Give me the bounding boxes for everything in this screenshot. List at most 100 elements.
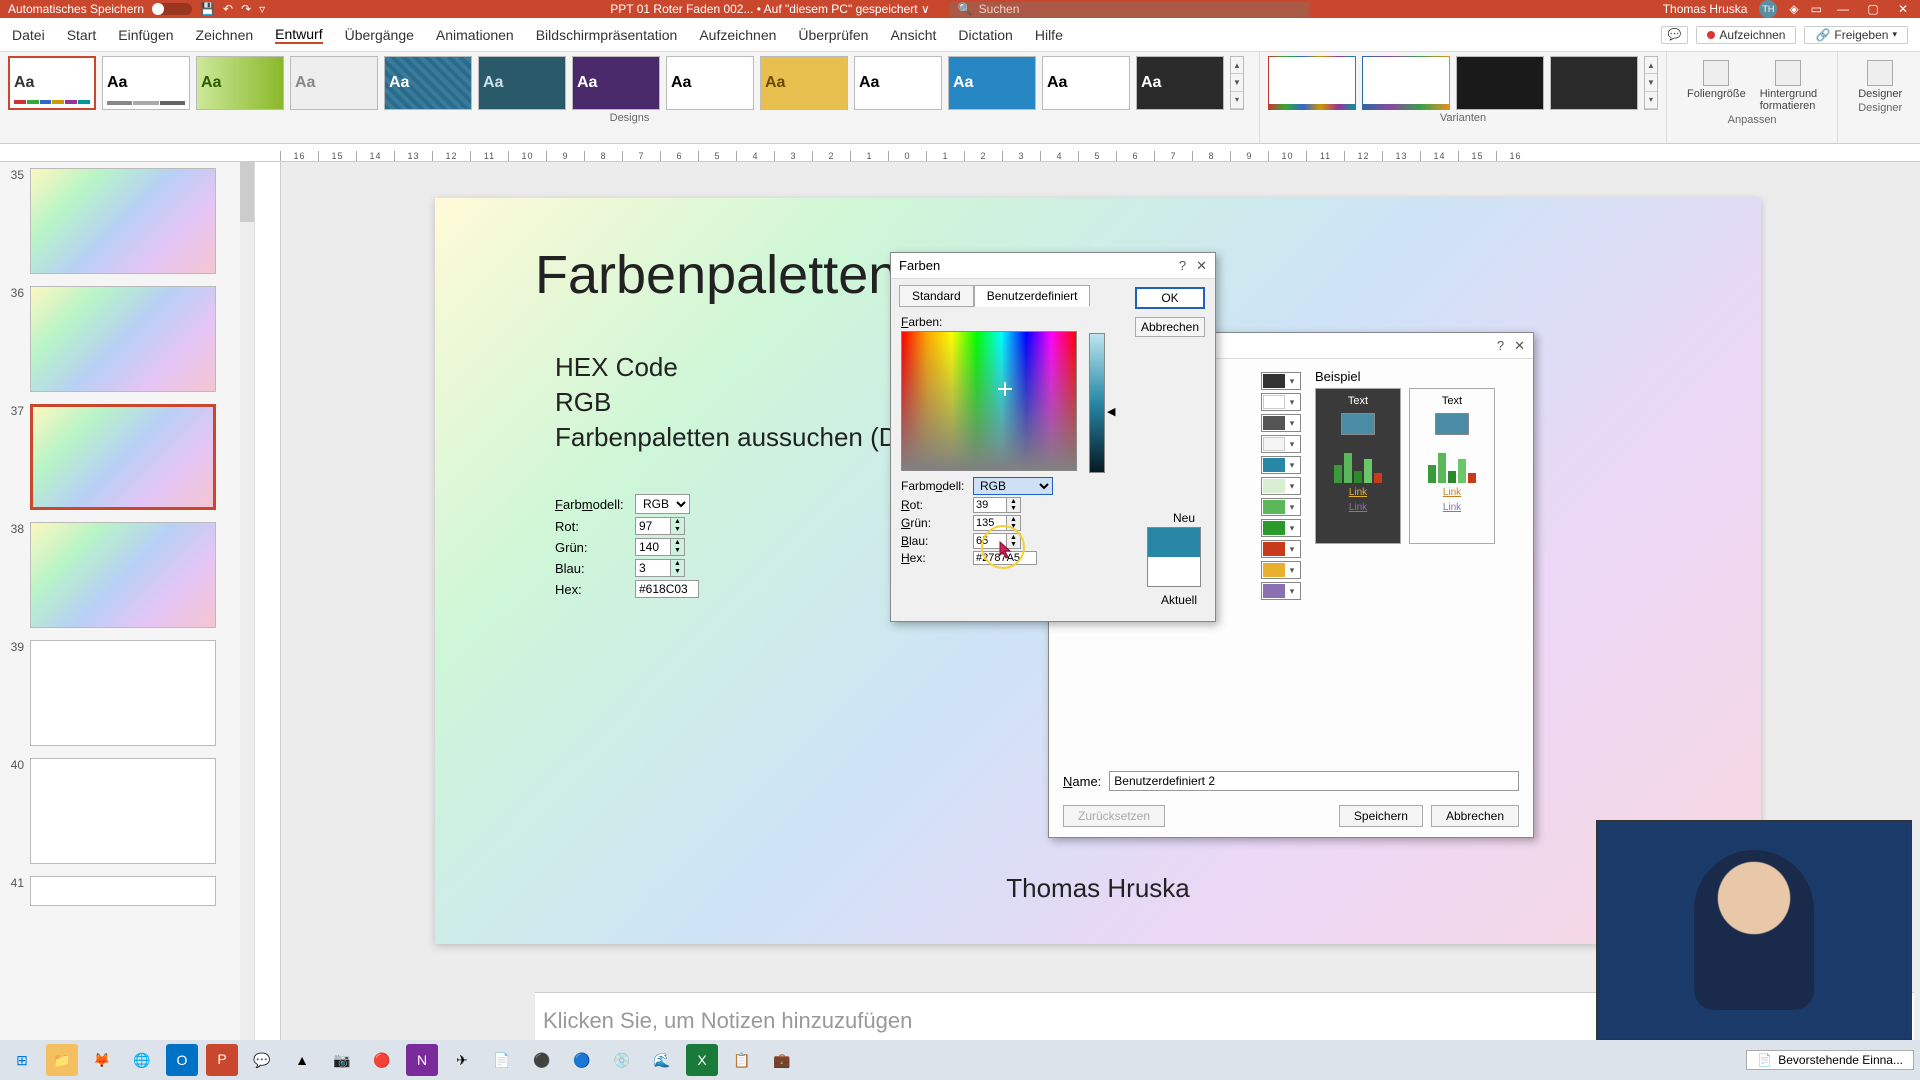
search-box[interactable]: 🔍 (950, 2, 1310, 17)
record-button[interactable]: Aufzeichnen (1696, 26, 1796, 44)
swatch-accent1[interactable]: ▾ (1261, 456, 1301, 474)
vlc-icon[interactable]: ▲ (286, 1044, 318, 1076)
thumbnails-scrollbar[interactable] (240, 162, 254, 1048)
tab-aufzeichnen[interactable]: Aufzeichnen (699, 27, 776, 43)
thumbnail-35[interactable]: 35 (0, 162, 254, 280)
swatch-bg2[interactable]: ▾ (1261, 435, 1301, 453)
green-input[interactable] (973, 515, 1007, 531)
swatch-visited[interactable]: ▾ (1261, 582, 1301, 600)
slide-body[interactable]: HEX Code RGB Farbenpaletten aussuchen (D… (555, 350, 941, 455)
swatch-accent2[interactable]: ▾ (1261, 477, 1301, 495)
present-icon[interactable]: ◈ (1789, 2, 1798, 16)
maximize-button[interactable]: ▢ (1864, 2, 1882, 16)
design-theme-11[interactable]: Aa (948, 56, 1036, 110)
app-icon-6[interactable]: 💿 (606, 1044, 638, 1076)
design-theme-13[interactable]: Aa (1136, 56, 1224, 110)
luminance-arrow[interactable]: ◀ (1107, 405, 1115, 418)
color-model-select[interactable]: RGB (973, 477, 1053, 495)
design-theme-3[interactable]: Aa (196, 56, 284, 110)
tab-start[interactable]: Start (67, 27, 97, 43)
app-icon-8[interactable]: 💼 (766, 1044, 798, 1076)
obs-icon[interactable]: ⚫ (526, 1044, 558, 1076)
design-theme-12[interactable]: Aa (1042, 56, 1130, 110)
cancel-button[interactable]: Abbrechen (1135, 317, 1205, 337)
tab-datei[interactable]: Datei (12, 27, 45, 43)
cancel-button[interactable]: Abbrechen (1431, 805, 1519, 827)
variants-more[interactable]: ▲▼▾ (1644, 56, 1658, 110)
theme-name-input[interactable] (1109, 771, 1519, 791)
swatch-text2[interactable]: ▾ (1261, 414, 1301, 432)
thumbnail-40[interactable]: 40 (0, 752, 254, 870)
red-spinner[interactable]: ▲▼ (1007, 497, 1021, 513)
tab-zeichnen[interactable]: Zeichnen (196, 27, 254, 43)
help-icon[interactable]: ? (1497, 338, 1504, 354)
swatch-text1[interactable]: ▾ (1261, 372, 1301, 390)
reset-button[interactable]: Zurücksetzen (1063, 805, 1165, 827)
explorer-icon[interactable]: 📁 (46, 1044, 78, 1076)
variant-2[interactable] (1362, 56, 1450, 110)
gradient-crosshair[interactable] (998, 382, 1012, 396)
user-name[interactable]: Thomas Hruska (1663, 2, 1748, 16)
design-theme-8[interactable]: Aa (666, 56, 754, 110)
telegram-icon[interactable]: ✈ (446, 1044, 478, 1076)
tab-einfuegen[interactable]: Einfügen (118, 27, 173, 43)
tab-animationen[interactable]: Animationen (436, 27, 514, 43)
autosave-toggle[interactable] (152, 3, 192, 15)
thumbnail-38[interactable]: 38 (0, 516, 254, 634)
slide-title[interactable]: Farbenpaletten (535, 244, 898, 306)
tab-standard[interactable]: Standard (899, 285, 974, 307)
app-icon-4[interactable]: 📄 (486, 1044, 518, 1076)
slide-author[interactable]: Thomas Hruska (1006, 873, 1190, 904)
swatch-accent5[interactable]: ▾ (1261, 519, 1301, 537)
swatch-accent6[interactable]: ▾ (1261, 540, 1301, 558)
search-input[interactable] (979, 2, 1302, 16)
thumbnail-37[interactable]: 37 (0, 398, 254, 516)
swatch-accent4[interactable]: ▾ (1261, 498, 1301, 516)
help-icon[interactable]: ? (1179, 258, 1186, 274)
variant-4[interactable] (1550, 56, 1638, 110)
green-spinner[interactable]: ▲▼ (1007, 515, 1021, 531)
design-theme-5[interactable]: Aa (384, 56, 472, 110)
design-theme-1[interactable]: Aa (8, 56, 96, 110)
color-gradient[interactable] (901, 331, 1077, 471)
colors-dialog[interactable]: Farben ?✕ Standard Benutzerdefiniert OK … (890, 252, 1216, 622)
app-icon-1[interactable]: 💬 (246, 1044, 278, 1076)
tab-uebergaenge[interactable]: Übergänge (345, 27, 414, 43)
swatch-bg1[interactable]: ▾ (1261, 393, 1301, 411)
swatch-link[interactable]: ▾ (1261, 561, 1301, 579)
touch-icon[interactable]: ▿ (259, 2, 265, 16)
app-icon-2[interactable]: 📷 (326, 1044, 358, 1076)
document-title[interactable]: PPT 01 Roter Faden 002... • Auf "diesem … (610, 2, 929, 16)
notification-popup[interactable]: 📄 Bevorstehende Einna... (1746, 1050, 1914, 1070)
variant-1[interactable] (1268, 56, 1356, 110)
app-icon-3[interactable]: 🔴 (366, 1044, 398, 1076)
thumbnail-36[interactable]: 36 (0, 280, 254, 398)
ribbon-mode-icon[interactable]: ▭ (1811, 2, 1822, 16)
close-icon[interactable]: ✕ (1514, 338, 1525, 354)
start-button[interactable]: ⊞ (6, 1044, 38, 1076)
minimize-button[interactable]: — (1834, 2, 1852, 16)
tab-dictation[interactable]: Dictation (958, 27, 1012, 43)
variant-3[interactable] (1456, 56, 1544, 110)
design-theme-4[interactable]: Aa (290, 56, 378, 110)
share-button[interactable]: 🔗Freigeben▾ (1804, 26, 1908, 44)
luminance-bar[interactable] (1089, 333, 1105, 473)
edge-icon[interactable]: 🌊 (646, 1044, 678, 1076)
tab-ueberpruefen[interactable]: Überprüfen (798, 27, 868, 43)
tab-hilfe[interactable]: Hilfe (1035, 27, 1063, 43)
thumbnail-39[interactable]: 39 (0, 634, 254, 752)
firefox-icon[interactable]: 🦊 (86, 1044, 118, 1076)
format-background-button[interactable]: Hintergrund formatieren (1760, 60, 1817, 112)
designer-button[interactable]: Designer (1858, 60, 1902, 100)
ok-button[interactable]: OK (1135, 287, 1205, 309)
onenote-icon[interactable]: N (406, 1044, 438, 1076)
save-icon[interactable]: 💾 (200, 2, 215, 16)
outlook-icon[interactable]: O (166, 1044, 198, 1076)
excel-icon[interactable]: X (686, 1044, 718, 1076)
red-input[interactable] (973, 497, 1007, 513)
undo-icon[interactable]: ↶ (223, 2, 233, 16)
save-button[interactable]: Speichern (1339, 805, 1423, 827)
design-theme-10[interactable]: Aa (854, 56, 942, 110)
design-theme-6[interactable]: Aa (478, 56, 566, 110)
slide-size-button[interactable]: Foliengröße (1687, 60, 1746, 100)
